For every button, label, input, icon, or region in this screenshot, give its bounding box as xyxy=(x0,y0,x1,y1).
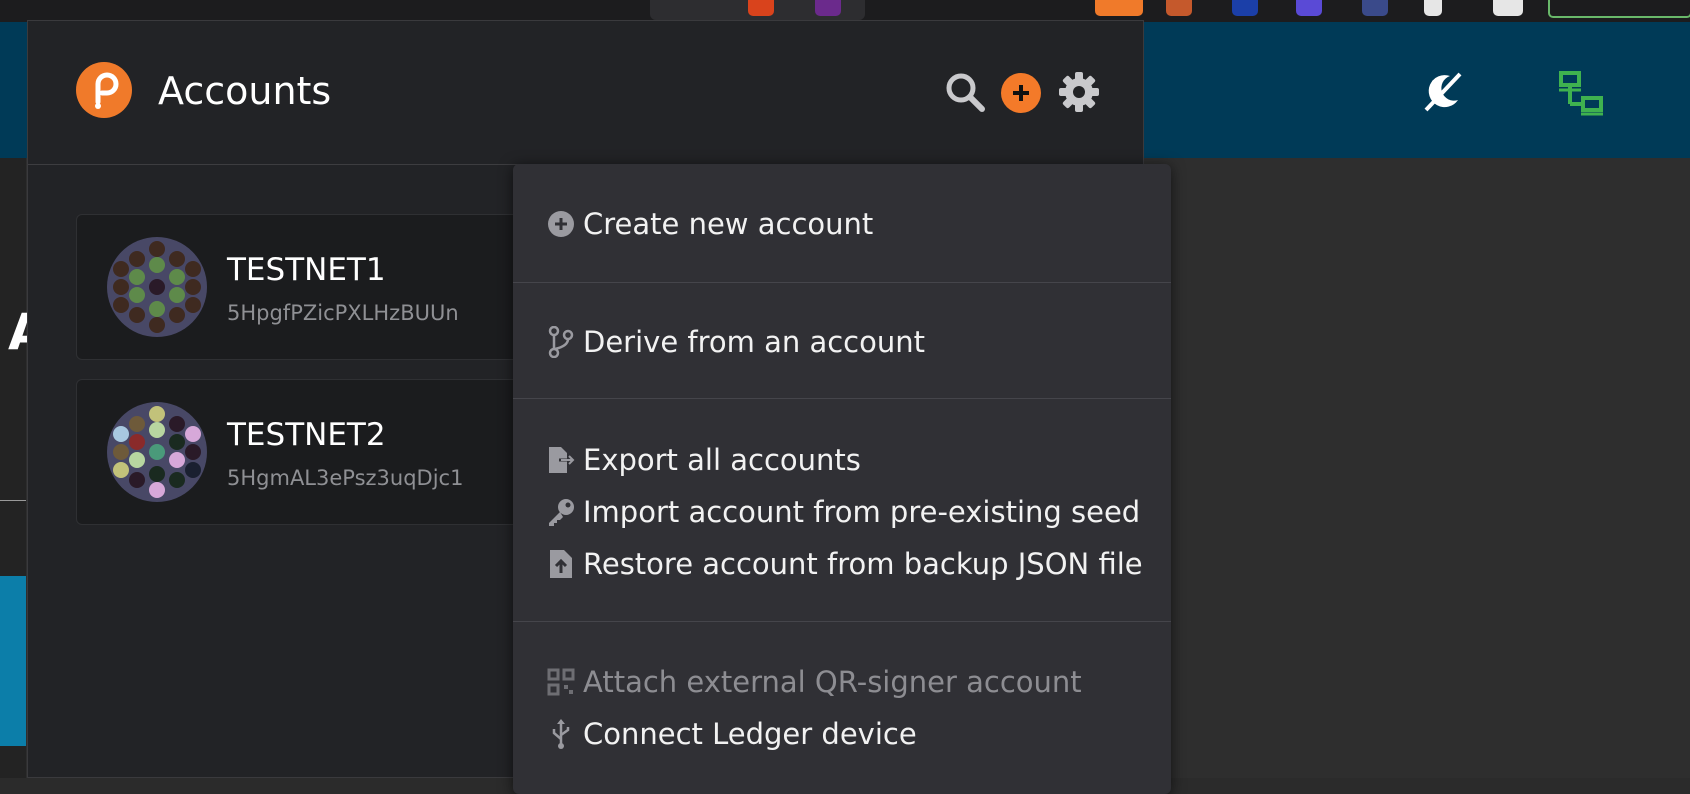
browser-extension-icon[interactable] xyxy=(1166,0,1192,16)
add-account-menu: Create new account Derive from an accoun… xyxy=(513,164,1171,794)
account-identicon xyxy=(107,402,207,502)
divider xyxy=(0,500,26,501)
polkadot-logo-icon xyxy=(76,62,132,118)
browser-extension-icon[interactable] xyxy=(1232,0,1258,16)
extension-popup: Accounts TESTNET1 5HpgfPZicPXLHzBUUn TES… xyxy=(27,20,1171,794)
add-icon xyxy=(1013,85,1029,101)
usb-icon xyxy=(545,718,577,750)
menu-item-create-new-account[interactable]: Create new account xyxy=(545,202,873,246)
account-address: 5HgmAL3ePsz3uqDjc1 xyxy=(227,466,464,490)
browser-extension-icon[interactable] xyxy=(748,0,774,16)
page-title: Accounts xyxy=(158,69,332,113)
browser-extension-icon[interactable] xyxy=(1296,0,1322,16)
account-card[interactable]: TESTNET1 5HpgfPZicPXLHzBUUn xyxy=(76,214,556,360)
search-button[interactable] xyxy=(943,70,987,114)
browser-extension-icon[interactable] xyxy=(815,0,841,16)
account-address: 5HpgfPZicPXLHzBUUn xyxy=(227,301,459,325)
sidebar-accent xyxy=(0,576,26,746)
menu-item-label: Export all accounts xyxy=(583,443,861,477)
account-identicon xyxy=(107,237,207,337)
gear-icon xyxy=(1059,72,1099,112)
account-name: TESTNET1 xyxy=(227,252,386,288)
update-button[interactable] xyxy=(1548,0,1690,18)
key-icon xyxy=(545,496,577,528)
menu-item-restore-from-json[interactable]: Restore account from backup JSON file xyxy=(545,542,1143,586)
puzzle-icon[interactable] xyxy=(1424,0,1442,16)
account-name: TESTNET2 xyxy=(227,417,386,453)
menu-divider xyxy=(513,282,1171,283)
menu-divider xyxy=(513,398,1171,399)
menu-item-label: Connect Ledger device xyxy=(583,717,917,751)
popup-header: Accounts xyxy=(28,21,1143,165)
menu-item-label: Create new account xyxy=(583,207,874,241)
profile-icon[interactable] xyxy=(1493,0,1523,16)
network-icon[interactable] xyxy=(1558,70,1604,116)
theme-toggle-icon[interactable] xyxy=(1420,70,1464,114)
qrcode-icon xyxy=(545,666,577,698)
menu-item-derive-from-account[interactable]: Derive from an account xyxy=(545,320,925,364)
account-card[interactable]: TESTNET2 5HgmAL3ePsz3uqDjc1 xyxy=(76,379,556,525)
add-account-button[interactable] xyxy=(1001,73,1041,113)
browser-extension-icon[interactable] xyxy=(1362,0,1388,16)
page-left-strip: A xyxy=(0,158,47,778)
code-branch-icon xyxy=(545,326,577,358)
browser-toolbar xyxy=(0,0,1690,22)
polkadot-extension-icon[interactable] xyxy=(1095,0,1143,16)
menu-item-label: Attach external QR-signer account xyxy=(583,665,1082,699)
search-icon xyxy=(946,73,985,112)
menu-item-connect-ledger[interactable]: Connect Ledger device xyxy=(545,712,917,756)
menu-divider xyxy=(513,621,1171,622)
file-upload-icon xyxy=(545,548,577,580)
menu-item-label: Derive from an account xyxy=(583,325,925,359)
add-circle-icon xyxy=(545,208,577,240)
settings-button[interactable] xyxy=(1057,70,1101,114)
file-export-icon xyxy=(545,444,577,476)
menu-item-import-from-seed[interactable]: Import account from pre-existing seed xyxy=(545,490,1140,534)
menu-item-label: Restore account from backup JSON file xyxy=(583,547,1143,581)
menu-item-attach-qr-signer: Attach external QR-signer account xyxy=(545,660,1082,704)
menu-item-export-all-accounts[interactable]: Export all accounts xyxy=(545,438,861,482)
menu-item-label: Import account from pre-existing seed xyxy=(583,495,1141,529)
